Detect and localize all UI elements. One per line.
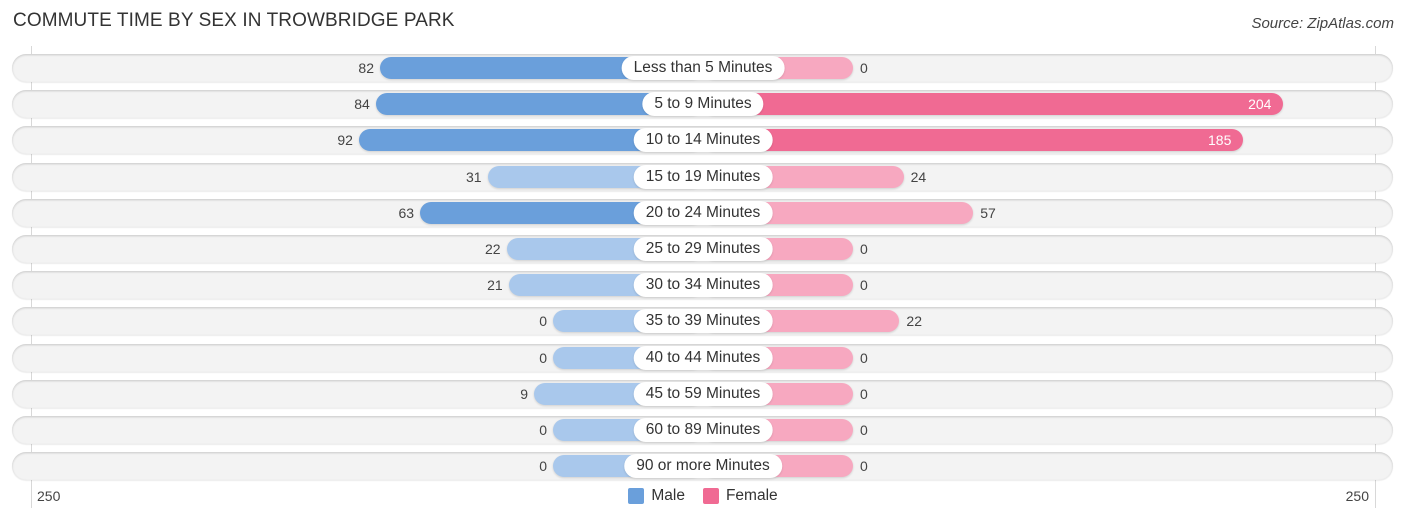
chart-row: 25 to 29 Minutes 22 0	[12, 235, 1393, 263]
category-label: 15 to 19 Minutes	[633, 164, 773, 189]
male-value-label: 21	[487, 277, 503, 294]
female-value-label: 204	[1248, 96, 1272, 113]
chart-row: 40 to 44 Minutes 0 0	[12, 343, 1393, 372]
male-value-label: 82	[358, 60, 374, 76]
category-label: 10 to 14 Minutes	[633, 128, 773, 153]
female-bar[interactable]	[703, 129, 1244, 152]
male-value-label: 31	[466, 168, 482, 185]
female-value-label: 0	[860, 422, 868, 438]
legend: Male Female	[0, 487, 1406, 505]
chart-row: 15 to 19 Minutes 31 24	[12, 162, 1393, 191]
female-value-label: 0	[860, 241, 868, 257]
category-label: 35 to 39 Minutes	[633, 309, 773, 334]
male-value-label: 63	[398, 204, 415, 221]
category-label: 5 to 9 Minutes	[642, 92, 764, 117]
female-value-label: 22	[906, 313, 922, 330]
category-label: 45 to 59 Minutes	[633, 381, 773, 406]
chart-row: 60 to 89 Minutes 0 0	[12, 416, 1393, 444]
female-value-label: 57	[980, 204, 996, 221]
chart-row: 35 to 39 Minutes 0 22	[12, 307, 1393, 336]
chart-row: 45 to 59 Minutes 9 0	[12, 379, 1393, 408]
chart-row: 10 to 14 Minutes 92 185	[12, 126, 1393, 155]
male-value-label: 92	[337, 132, 353, 149]
category-label: 40 to 44 Minutes	[633, 345, 773, 370]
chart-row: 90 or more Minutes 0 0	[12, 452, 1393, 481]
male-value-label: 9	[520, 385, 529, 402]
female-value-label: 0	[860, 60, 868, 76]
legend-label-male: Male	[651, 487, 685, 504]
female-value-label: 0	[860, 458, 868, 475]
category-label: 30 to 34 Minutes	[633, 273, 773, 298]
female-value-label: 0	[860, 385, 868, 402]
male-value-label: 0	[539, 313, 547, 330]
male-value-label: 0	[539, 422, 547, 438]
chart-row: 30 to 34 Minutes 21 0	[12, 271, 1393, 300]
female-bar[interactable]	[703, 93, 1284, 116]
chart-row: 20 to 24 Minutes 63 57	[12, 198, 1393, 227]
legend-item-male[interactable]: Male	[628, 487, 685, 505]
female-value-label: 185	[1208, 132, 1232, 149]
chart-row: 5 to 9 Minutes 84 204	[12, 90, 1393, 119]
male-value-label: 0	[539, 458, 547, 475]
female-value-label: 0	[860, 277, 868, 294]
category-label: 90 or more Minutes	[624, 454, 782, 479]
chart-title: COMMUTE TIME BY SEX IN TROWBRIDGE PARK	[13, 10, 455, 31]
category-label: Less than 5 Minutes	[621, 56, 785, 80]
legend-item-female[interactable]: Female	[702, 487, 778, 505]
legend-label-female: Female	[725, 487, 778, 504]
category-label: 60 to 89 Minutes	[633, 418, 773, 442]
male-value-label: 22	[485, 241, 501, 257]
male-swatch-icon	[628, 488, 645, 504]
female-value-label: 24	[910, 168, 927, 185]
male-value-label: 84	[354, 96, 370, 113]
source-label: Source: ZipAtlas.com	[1251, 15, 1394, 32]
female-value-label: 0	[860, 349, 868, 366]
category-label: 25 to 29 Minutes	[633, 237, 773, 261]
female-swatch-icon	[702, 488, 719, 504]
chart-row: Less than 5 Minutes 82 0	[12, 54, 1393, 82]
male-value-label: 0	[539, 349, 547, 366]
category-label: 20 to 24 Minutes	[633, 200, 773, 225]
